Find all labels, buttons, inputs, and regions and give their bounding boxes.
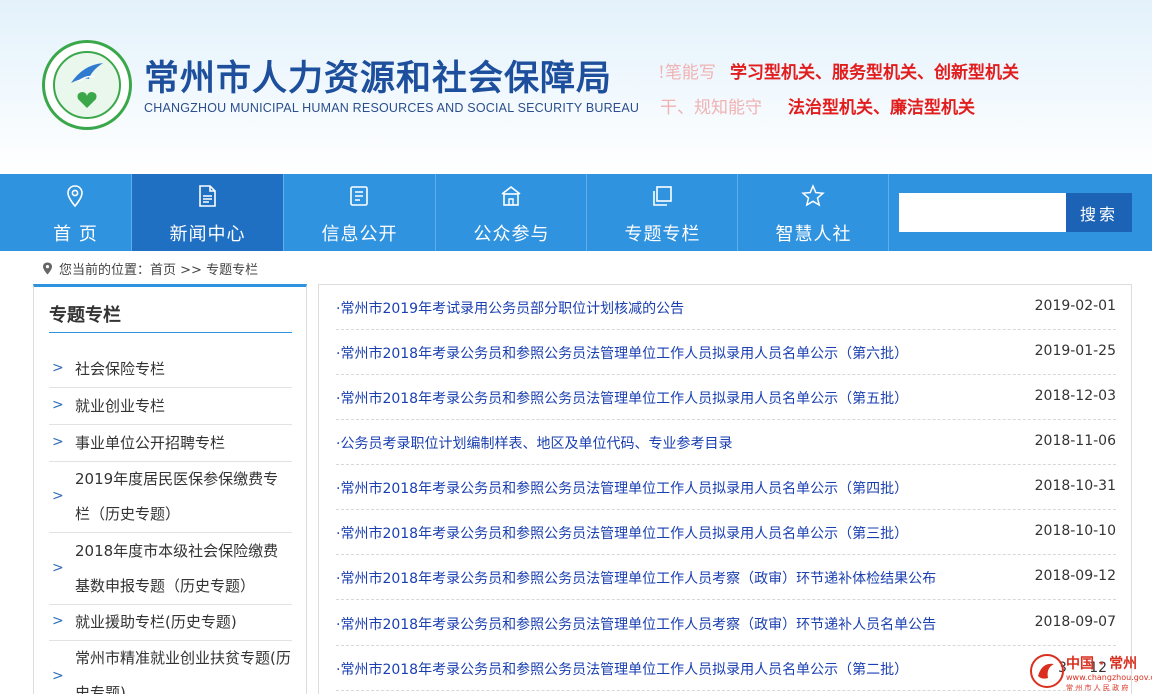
sidebar-item-social-insurance[interactable]: > 社会保险专栏 xyxy=(49,351,292,388)
sidebar-item-label: 就业创业专栏 xyxy=(75,397,166,415)
article-date: 2018-12-03 xyxy=(1034,388,1116,404)
nav-label: 专题专栏 xyxy=(624,224,701,245)
slogan-fade-1: !笔能写 xyxy=(658,63,716,83)
breadcrumb: 您当前的位置：首页 >> 专题专栏 xyxy=(42,259,258,278)
breadcrumb-home-link[interactable]: 首页 xyxy=(150,263,176,278)
article-date: 2018-10-31 xyxy=(1034,478,1116,494)
breadcrumb-current-link[interactable]: 专题专栏 xyxy=(206,263,258,278)
article-date: 2018-11-06 xyxy=(1034,433,1116,449)
list-item[interactable]: ·常州市2018年考录公务员和参照公务员法管理单位工作人员拟录用人员名单公示（第… xyxy=(336,375,1116,420)
article-title-link[interactable]: ·常州市2018年考录公务员和参照公务员法管理单位工作人员拟录用人员名单公示（第… xyxy=(336,659,908,679)
sidebar-item-employment[interactable]: > 就业创业专栏 xyxy=(49,388,292,425)
info-panel-icon xyxy=(350,186,368,206)
search-input[interactable] xyxy=(899,193,1066,232)
breadcrumb-separator: >> xyxy=(176,263,207,278)
sidebar-item-label: 事业单位公开招聘专栏 xyxy=(75,434,226,452)
heart-icon xyxy=(77,92,97,108)
nav-label: 信息公开 xyxy=(321,224,398,245)
slogan-fade-2: 干、规知能守 xyxy=(660,98,762,118)
sidebar: 专题专栏 > 社会保险专栏 > 就业创业专栏 > 事业单位公开招聘专栏 > 20… xyxy=(33,284,307,694)
slogan-line-1: 学习型机关、服务型机关、创新型机关 xyxy=(730,63,1019,83)
nav-label: 首 页 xyxy=(53,224,98,245)
article-date: 2019-02-01 xyxy=(1034,298,1116,314)
nav-label: 公众参与 xyxy=(473,224,550,245)
sidebar-item-contribution-base[interactable]: > 2018年度市本级社会保险缴费基数申报专题（历史专题） xyxy=(49,533,292,605)
changzhou-watermark: 中国 · 常州 www.changzhou.gov.cn 常 州 市 人 民 政… xyxy=(1030,652,1152,692)
article-title-link[interactable]: ·常州市2018年考录公务员和参照公务员法管理单位工作人员考察（政审）环节递补体… xyxy=(336,568,936,588)
article-list: ·常州市2019年考试录用公务员部分职位计划核减的公告 2019-02-01 ·… xyxy=(318,284,1132,694)
article-title-link[interactable]: ·常州市2018年考录公务员和参照公务员法管理单位工作人员拟录用人员名单公示（第… xyxy=(336,523,908,543)
list-item[interactable]: ·常州市2018年考录公务员和参照公务员法管理单位工作人员考察（政审）环节递补体… xyxy=(336,555,1116,600)
star-icon xyxy=(801,184,825,207)
sidebar-title: 专题专栏 xyxy=(49,305,121,326)
list-item[interactable]: ·公务员考录职位计划编制样表、地区及单位代码、专业参考目录 2018-11-06 xyxy=(336,420,1116,465)
search-button[interactable]: 搜索 xyxy=(1066,193,1132,232)
sidebar-title-divider xyxy=(49,332,292,333)
article-title-link[interactable]: ·公务员考录职位计划编制样表、地区及单位代码、专业参考目录 xyxy=(336,433,732,453)
nav-item-public[interactable]: 公众参与 xyxy=(436,174,587,251)
article-date: 2019-01-25 xyxy=(1034,343,1116,359)
location-pin-icon xyxy=(67,185,83,208)
location-pin-icon xyxy=(43,262,52,275)
article-date: 2018-09-07 xyxy=(1034,614,1116,630)
article-date: 2018-09-12 xyxy=(1034,568,1116,584)
sidebar-item-employment-aid[interactable]: > 就业援助专栏(历史专题) xyxy=(49,605,292,641)
article-title-link[interactable]: ·常州市2018年考录公务员和参照公务员法管理单位工作人员拟录用人员名单公示（第… xyxy=(336,343,908,363)
nav-item-info[interactable]: 信息公开 xyxy=(284,174,435,251)
slogan-line-2: 法治型机关、廉洁型机关 xyxy=(788,98,975,118)
sidebar-item-label: 社会保险专栏 xyxy=(75,360,166,378)
list-item[interactable]: ·常州市2018年考录公务员和参照公务员法管理单位工作人员拟录用人员名单公示（第… xyxy=(336,465,1116,510)
watermark-url: www.changzhou.gov.cn xyxy=(1066,673,1152,682)
chevron-right-icon: > xyxy=(52,360,64,376)
nav-item-news[interactable]: 新闻中心 xyxy=(132,174,283,251)
article-title-link[interactable]: ·常州市2018年考录公务员和参照公务员法管理单位工作人员拟录用人员名单公示（第… xyxy=(336,478,908,498)
sidebar-item-label: 2019年度居民医保参保缴费专栏（历史专题） xyxy=(75,470,279,523)
chevron-right-icon: > xyxy=(52,560,64,576)
site-title: 常州市人力资源和社会保障局 xyxy=(144,59,613,99)
document-icon xyxy=(199,185,216,207)
breadcrumb-prefix: 您当前的位置： xyxy=(59,263,151,278)
article-title-link[interactable]: ·常州市2018年考录公务员和参照公务员法管理单位工作人员拟录用人员名单公示（第… xyxy=(336,388,908,408)
chevron-right-icon: > xyxy=(52,488,64,504)
sidebar-item-medical-insurance[interactable]: > 2019年度居民医保参保缴费专栏（历史专题） xyxy=(49,462,292,533)
nav-item-smart[interactable]: 智慧人社 xyxy=(738,174,889,251)
layers-icon xyxy=(653,186,672,206)
chevron-right-icon: > xyxy=(52,434,64,450)
list-item[interactable]: ·常州市2019年考试录用公务员部分职位计划核减的公告 2019-02-01 xyxy=(336,285,1116,330)
sidebar-item-label: 常州市精准就业创业扶贫专题(历史专题) xyxy=(75,649,291,694)
article-date: 2018-10-10 xyxy=(1034,523,1116,539)
watermark-small-text: 常 州 市 人 民 政 府 xyxy=(1066,684,1129,692)
bureau-logo[interactable] xyxy=(42,40,132,130)
chevron-right-icon: > xyxy=(52,397,64,413)
watermark-text: 中国 · 常州 xyxy=(1066,656,1138,672)
building-icon xyxy=(501,185,521,206)
sidebar-item-label: 2018年度市本级社会保险缴费基数申报专题（历史专题） xyxy=(75,542,279,595)
changzhou-seal-icon xyxy=(1030,654,1064,688)
site-header: 常州市人力资源和社会保障局 CHANGZHOU MUNICIPAL HUMAN … xyxy=(0,0,1152,174)
nav-item-home[interactable]: 首 页 xyxy=(0,174,151,251)
chevron-right-icon: > xyxy=(52,668,64,684)
nav-item-topics[interactable]: 专题专栏 xyxy=(587,174,738,251)
nav-divider xyxy=(888,174,889,251)
list-item[interactable]: ·常州市2018年考录公务员和参照公务员法管理单位工作人员拟录用人员名单公示（第… xyxy=(336,330,1116,375)
dove-icon xyxy=(71,63,103,83)
list-item[interactable]: ·常州市2018年考录公务员和参照公务员法管理单位工作人员拟录用人员名单公示（第… xyxy=(336,646,1116,691)
site-subtitle: CHANGZHOU MUNICIPAL HUMAN RESOURCES AND … xyxy=(144,101,640,115)
chevron-right-icon: > xyxy=(52,613,64,629)
sidebar-item-recruitment[interactable]: > 事业单位公开招聘专栏 xyxy=(49,425,292,462)
sidebar-item-poverty-alleviation[interactable]: > 常州市精准就业创业扶贫专题(历史专题) xyxy=(49,641,292,694)
seal-swirl-icon xyxy=(1038,663,1054,679)
list-item[interactable]: ·常州市2018年考录公务员和参照公务员法管理单位工作人员考察（政审）环节递补人… xyxy=(336,601,1116,646)
sidebar-item-label: 就业援助专栏(历史专题) xyxy=(75,613,237,631)
nav-label: 新闻中心 xyxy=(169,224,246,245)
article-title-link[interactable]: ·常州市2018年考录公务员和参照公务员法管理单位工作人员考察（政审）环节递补人… xyxy=(336,614,936,634)
nav-label: 智慧人社 xyxy=(775,224,852,245)
list-item[interactable]: ·常州市2018年考录公务员和参照公务员法管理单位工作人员拟录用人员名单公示（第… xyxy=(336,510,1116,555)
article-title-link[interactable]: ·常州市2019年考试录用公务员部分职位计划核减的公告 xyxy=(336,298,684,318)
